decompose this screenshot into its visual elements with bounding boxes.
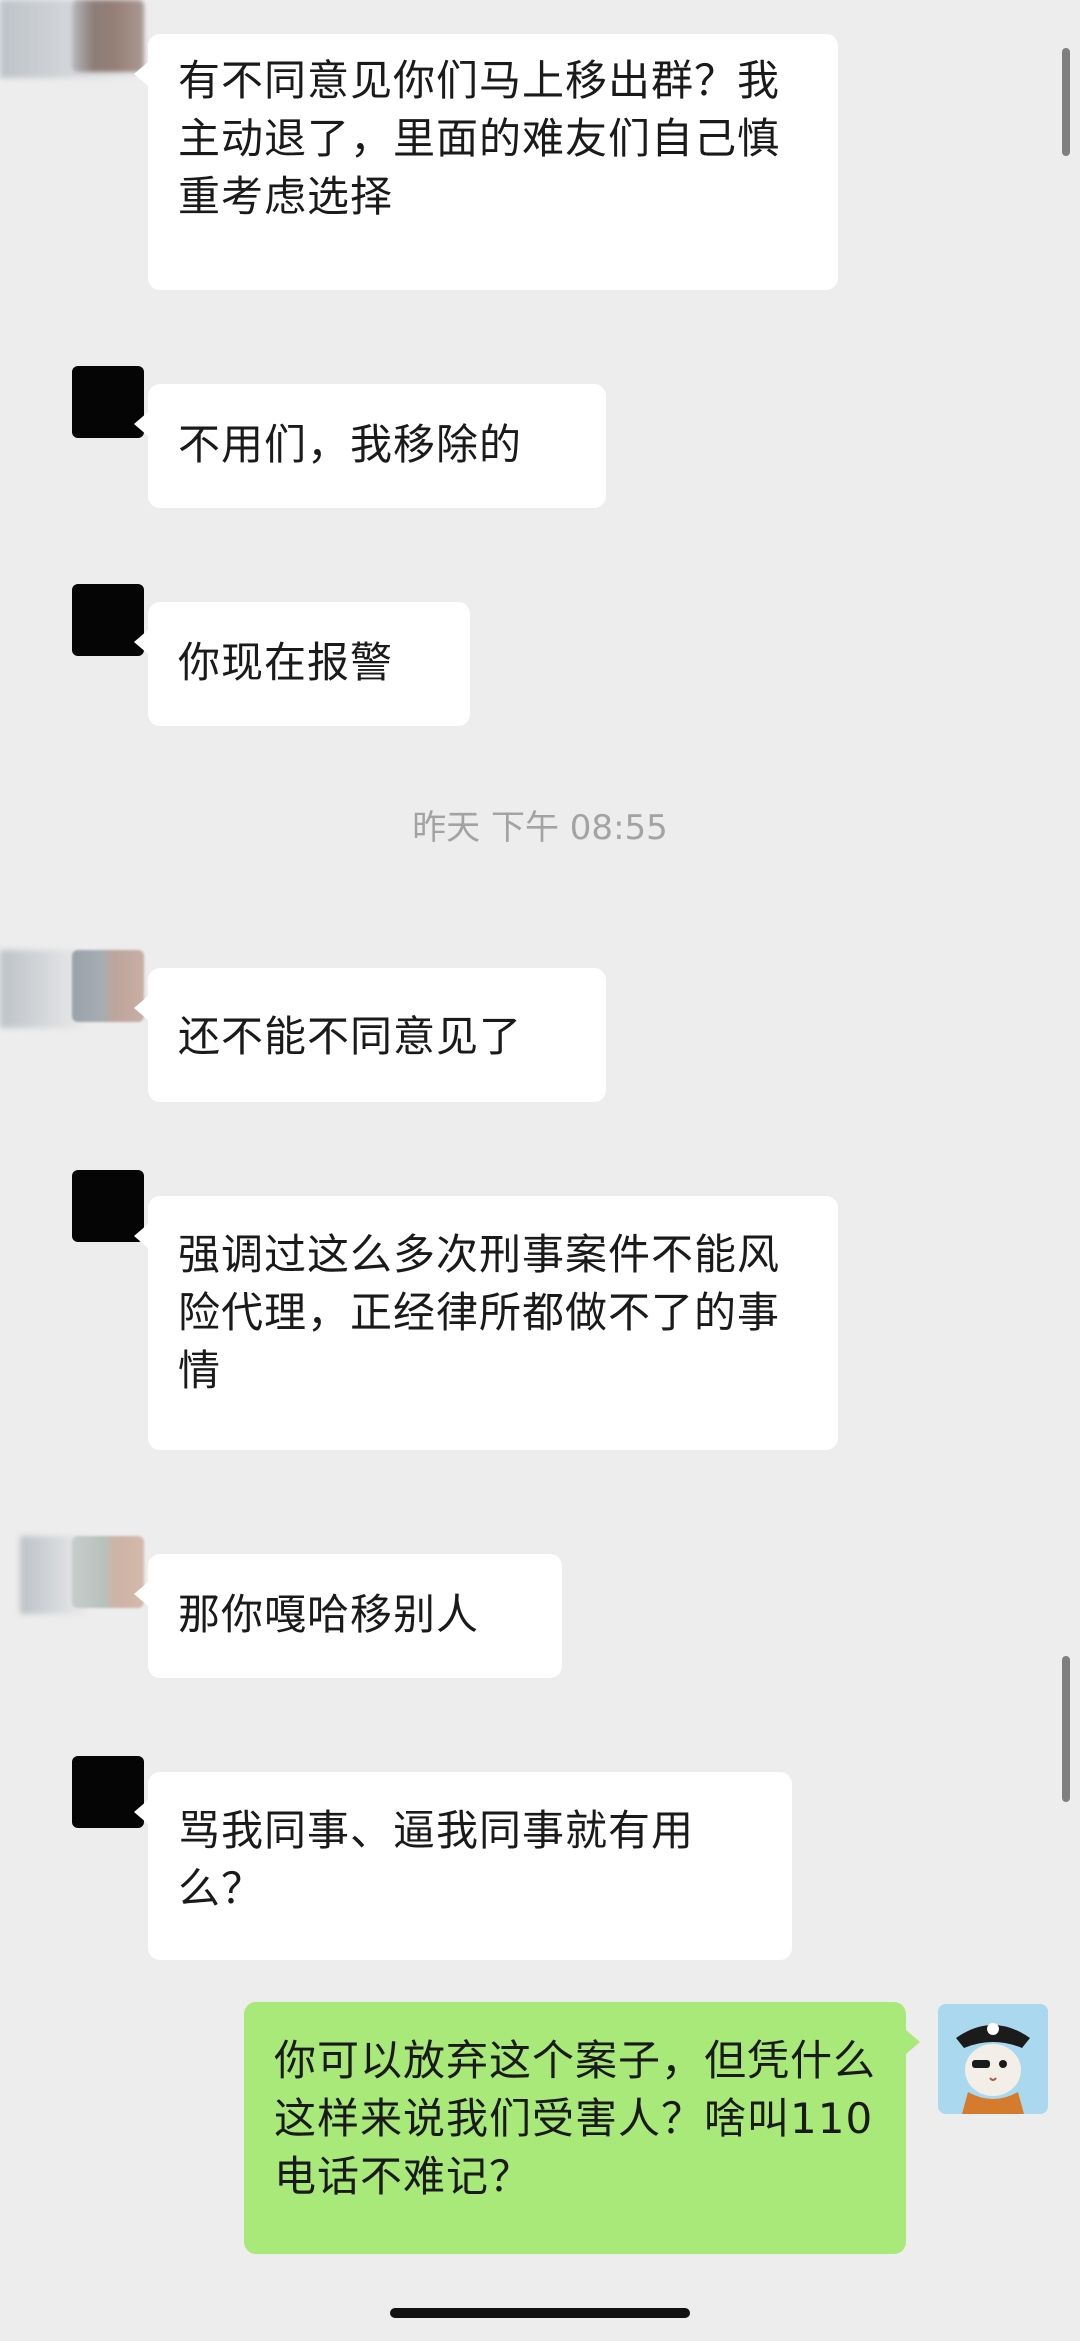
message-timestamp: 昨天 下午 08:55 (412, 808, 668, 848)
chat-message-list[interactable]: 有不同意见你们马上移出群？我主动退了，里面的难友们自己慎重考虑选择 不用们，我移… (0, 0, 1080, 2341)
scrollbar-thumb[interactable] (1062, 1656, 1070, 1802)
message-bubble[interactable]: 不用们，我移除的 (134, 384, 606, 508)
pirate-cat-avatar-icon[interactable] (938, 2004, 1048, 2114)
message-bubble[interactable]: 有不同意见你们马上移出群？我主动退了，里面的难友们自己慎重考虑选择 (134, 34, 838, 290)
message-bubble[interactable]: 骂我同事、逼我同事就有用么？ (134, 1772, 792, 1960)
message-bubble[interactable]: 还不能不同意见了 (134, 968, 606, 1102)
message-bubble-outgoing[interactable]: 你可以放弃这个案子，但凭什么这样来说我们受害人？啥叫110电话不难记？ (244, 2002, 920, 2254)
message-bubble[interactable]: 你现在报警 (134, 602, 470, 726)
pirate-cat-avatar-icon (938, 2004, 1048, 2114)
home-indicator-bar[interactable] (390, 2308, 690, 2318)
message-bubble[interactable]: 那你嘎哈移别人 (134, 1554, 562, 1678)
message-bubble[interactable]: 强调过这么多次刑事案件不能风险代理，正经律所都做不了的事情 (134, 1196, 838, 1450)
scrollbar-thumb[interactable] (1062, 48, 1070, 156)
